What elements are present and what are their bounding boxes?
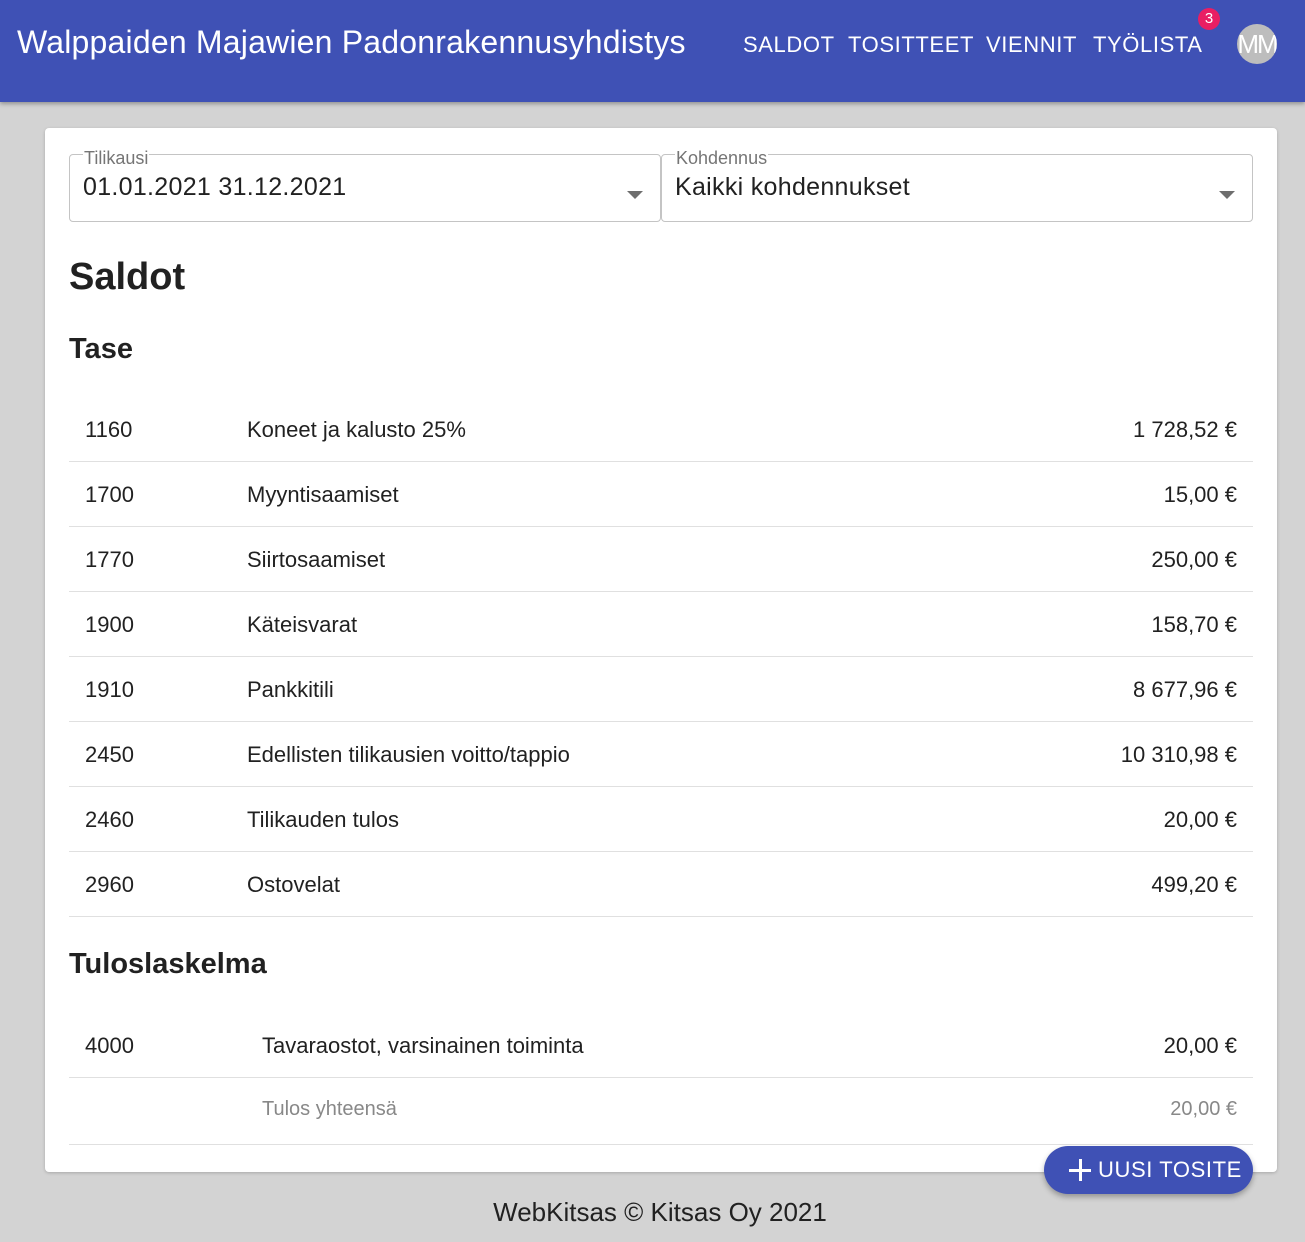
total-row: Tulos yhteensä 20,00 € — [69, 1078, 1253, 1145]
account-name: Tilikauden tulos — [247, 807, 400, 832]
app-title: Walppaiden Majawien Padonrakennusyhdisty… — [17, 24, 686, 60]
table-row[interactable]: 2960 Ostovelat 499,20 € — [69, 852, 1253, 917]
table-row[interactable]: 1910 Pankkitili 8 677,96 € — [69, 657, 1253, 722]
total-amount: 20,00 € — [1170, 1098, 1237, 1120]
balance-sheet-table: 1160 Koneet ja kalusto 25% 1 728,52 € 1700… — [69, 397, 1253, 917]
account-number: 1900 — [85, 612, 134, 637]
footer-copyright: WebKitsas © Kitsas Oy 2021 — [493, 1197, 827, 1227]
allocation-select[interactable]: Kohdennus Kaikki kohdennukset — [661, 148, 1253, 222]
account-name: Tavaraostot, varsinainen toiminta — [262, 1033, 584, 1058]
nav-tositteet[interactable]: TOSITTEET — [848, 32, 974, 58]
table-row[interactable]: 1700 Myyntisaamiset 15,00 € — [69, 462, 1253, 527]
account-number: 1910 — [85, 677, 134, 702]
nav-tyolista[interactable]: TYÖLISTA — [1093, 32, 1203, 58]
table-row[interactable]: 1900 Käteisvarat 158,70 € — [69, 592, 1253, 657]
table-row[interactable]: 1770 Siirtosaamiset 250,00 € — [69, 527, 1253, 592]
table-row[interactable]: 2460 Tilikauden tulos 20,00 € — [69, 787, 1253, 852]
nav-saldot[interactable]: SALDOT — [743, 32, 835, 58]
account-number: 2460 — [85, 807, 134, 832]
total-label: Tulos yhteensä — [262, 1098, 397, 1120]
app-bar: Walppaiden Majawien Padonrakennusyhdisty… — [0, 0, 1305, 102]
account-number: 1700 — [85, 482, 134, 507]
account-name: Edellisten tilikausien voitto/tappio — [247, 742, 570, 767]
account-number: 4000 — [85, 1033, 134, 1058]
income-statement-table: 4000 Tavaraostot, varsinainen toiminta 20,… — [69, 1013, 1253, 1145]
account-balance: 20,00 € — [1163, 1033, 1237, 1058]
new-voucher-label: UUSI TOSITE — [1098, 1157, 1242, 1182]
account-balance: 499,20 € — [1151, 872, 1237, 897]
allocation-select-label: Kohdennus — [675, 148, 769, 168]
account-balance: 250,00 € — [1151, 547, 1237, 572]
table-row[interactable]: 4000 Tavaraostot, varsinainen toiminta 20,… — [69, 1013, 1253, 1078]
balance-sheet-title: Tase — [69, 333, 133, 365]
nav-viennit[interactable]: VIENNIT — [986, 32, 1077, 58]
account-number: 2450 — [85, 742, 134, 767]
dropdown-arrow-icon — [1219, 191, 1235, 199]
user-avatar[interactable]: MM — [1237, 24, 1277, 64]
balances-card: Tilikausi 01.01.2021 31.12.2021 Kohdennu… — [45, 128, 1277, 1172]
worklist-count-badge: 3 — [1198, 8, 1220, 30]
income-statement-title: Tuloslaskelma — [69, 948, 267, 980]
table-row[interactable]: 1160 Koneet ja kalusto 25% 1 728,52 € — [69, 397, 1253, 462]
account-name: Käteisvarat — [247, 612, 358, 637]
account-number: 1160 — [85, 417, 133, 442]
new-voucher-button[interactable]: UUSI TOSITE — [1044, 1146, 1253, 1194]
period-select[interactable]: Tilikausi 01.01.2021 31.12.2021 — [69, 148, 661, 222]
dropdown-arrow-icon — [627, 191, 643, 199]
table-row[interactable]: 2450 Edellisten tilikausien voitto/tappio… — [69, 722, 1253, 787]
account-number: 2960 — [85, 872, 134, 897]
account-name: Myyntisaamiset — [247, 482, 399, 507]
account-name: Siirtosaamiset — [247, 547, 386, 572]
account-balance: 15,00 € — [1163, 482, 1237, 507]
account-number: 1770 — [85, 547, 134, 572]
account-name: Ostovelat — [247, 872, 340, 897]
account-balance: 10 310,98 € — [1120, 742, 1237, 767]
plus-icon — [1068, 1158, 1092, 1182]
account-balance: 158,70 € — [1151, 612, 1237, 637]
period-select-value: 01.01.2021 31.12.2021 — [83, 173, 347, 201]
account-balance: 8 677,96 € — [1133, 677, 1237, 702]
allocation-select-value: Kaikki kohdennukset — [675, 173, 911, 201]
account-name: Pankkitili — [247, 677, 334, 702]
page-title: Saldot — [69, 256, 186, 298]
period-select-label: Tilikausi — [83, 148, 150, 168]
account-balance: 1 728,52 € — [1133, 417, 1237, 442]
account-balance: 20,00 € — [1163, 807, 1237, 832]
account-name: Koneet ja kalusto 25% — [247, 417, 466, 442]
